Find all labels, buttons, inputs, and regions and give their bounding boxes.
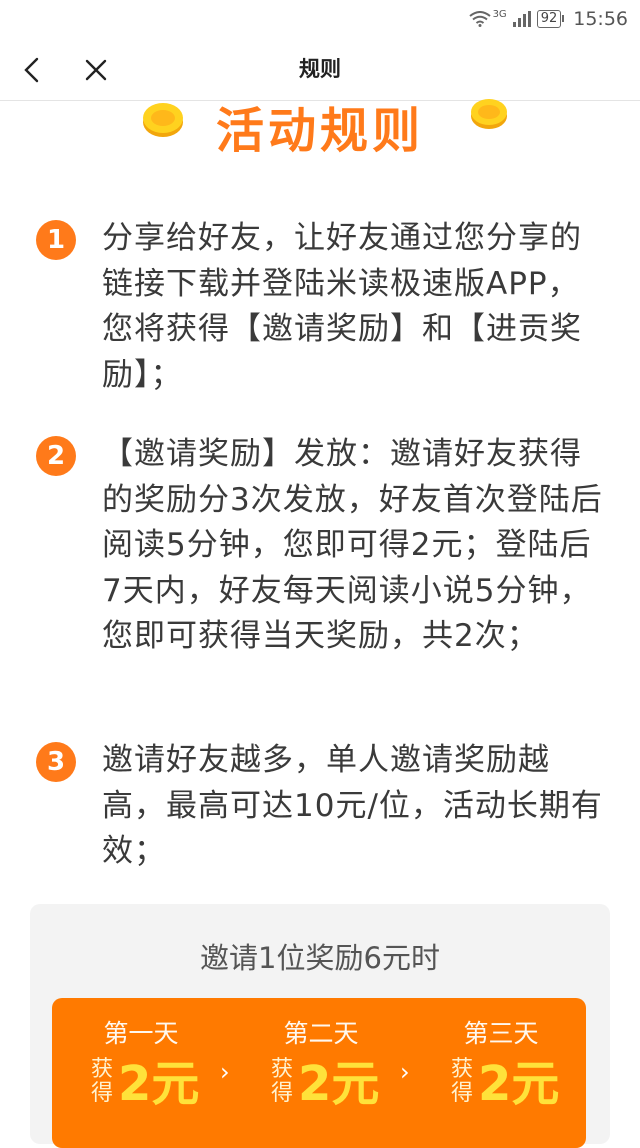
day-label: 第二天 (283, 1019, 359, 1048)
rule-item-1: 1 分享给好友，让好友通过您分享的链接下载并登陆米读极速版APP，您将获得【邀请… (36, 216, 606, 406)
rule-item-2: 2 【邀请奖励】发放：邀请好友获得的奖励分3次发放，好友首次登陆后阅读5分钟，您… (36, 432, 606, 712)
rule-text: 【邀请奖励】发放：邀请好友获得的奖励分3次发放，好友首次登陆后阅读5分钟，您即可… (102, 436, 603, 654)
day-label: 第三天 (463, 1019, 539, 1048)
rule-number-badge: 2 (36, 436, 76, 476)
rule-item-3: 3 邀请好友越多，单人邀请奖励越高，最高可达10元/位，活动长期有效； (36, 738, 606, 878)
heading-row: 活动规则 (0, 96, 640, 166)
day-amount: 2元 (298, 1056, 380, 1112)
status-bar: 3G 92 15:56 (0, 0, 640, 38)
clock: 15:56 (573, 8, 628, 30)
reward-card: 邀请1位奖励6元时 第一天 获得 2元 › 第二天 获得 2元 › 第三天 获得… (30, 904, 610, 1148)
network-type: 3G (492, 8, 507, 20)
chevron-right-icon: › (400, 1058, 410, 1086)
reward-day-1: 第一天 获得 2元 (62, 998, 220, 1148)
rules-heading: 活动规则 (215, 103, 424, 159)
day-label: 第一天 (103, 1019, 179, 1048)
reward-strip: 第一天 获得 2元 › 第二天 获得 2元 › 第三天 获得 2元 (52, 998, 586, 1148)
rule-text: 分享给好友，让好友通过您分享的链接下载并登陆米读极速版APP，您将获得【邀请奖励… (102, 220, 582, 393)
chevron-right-icon: › (220, 1058, 230, 1086)
status-icons: 3G 92 15:56 (468, 6, 628, 32)
day-get-label: 获得 (450, 1057, 473, 1106)
reward-day-2: 第二天 获得 2元 (242, 998, 400, 1148)
day-get-label: 获得 (270, 1057, 293, 1106)
reward-day-3: 第三天 获得 2元 (422, 998, 580, 1148)
day-amount: 2元 (118, 1056, 200, 1112)
rule-number-badge: 1 (36, 220, 76, 260)
wifi-icon (468, 11, 491, 27)
signal-icon (512, 11, 531, 27)
coin-icon (471, 99, 507, 129)
rule-text: 邀请好友越多，单人邀请奖励越高，最高可达10元/位，活动长期有效； (102, 742, 603, 869)
rule-number-badge: 3 (36, 742, 76, 782)
nav-bar: 规则 (0, 38, 640, 101)
day-get-label: 获得 (90, 1057, 113, 1106)
battery-icon: 92 (536, 10, 564, 28)
day-amount: 2元 (478, 1056, 560, 1112)
page-title: 规则 (299, 57, 341, 81)
reward-title: 邀请1位奖励6元时 (200, 941, 440, 975)
